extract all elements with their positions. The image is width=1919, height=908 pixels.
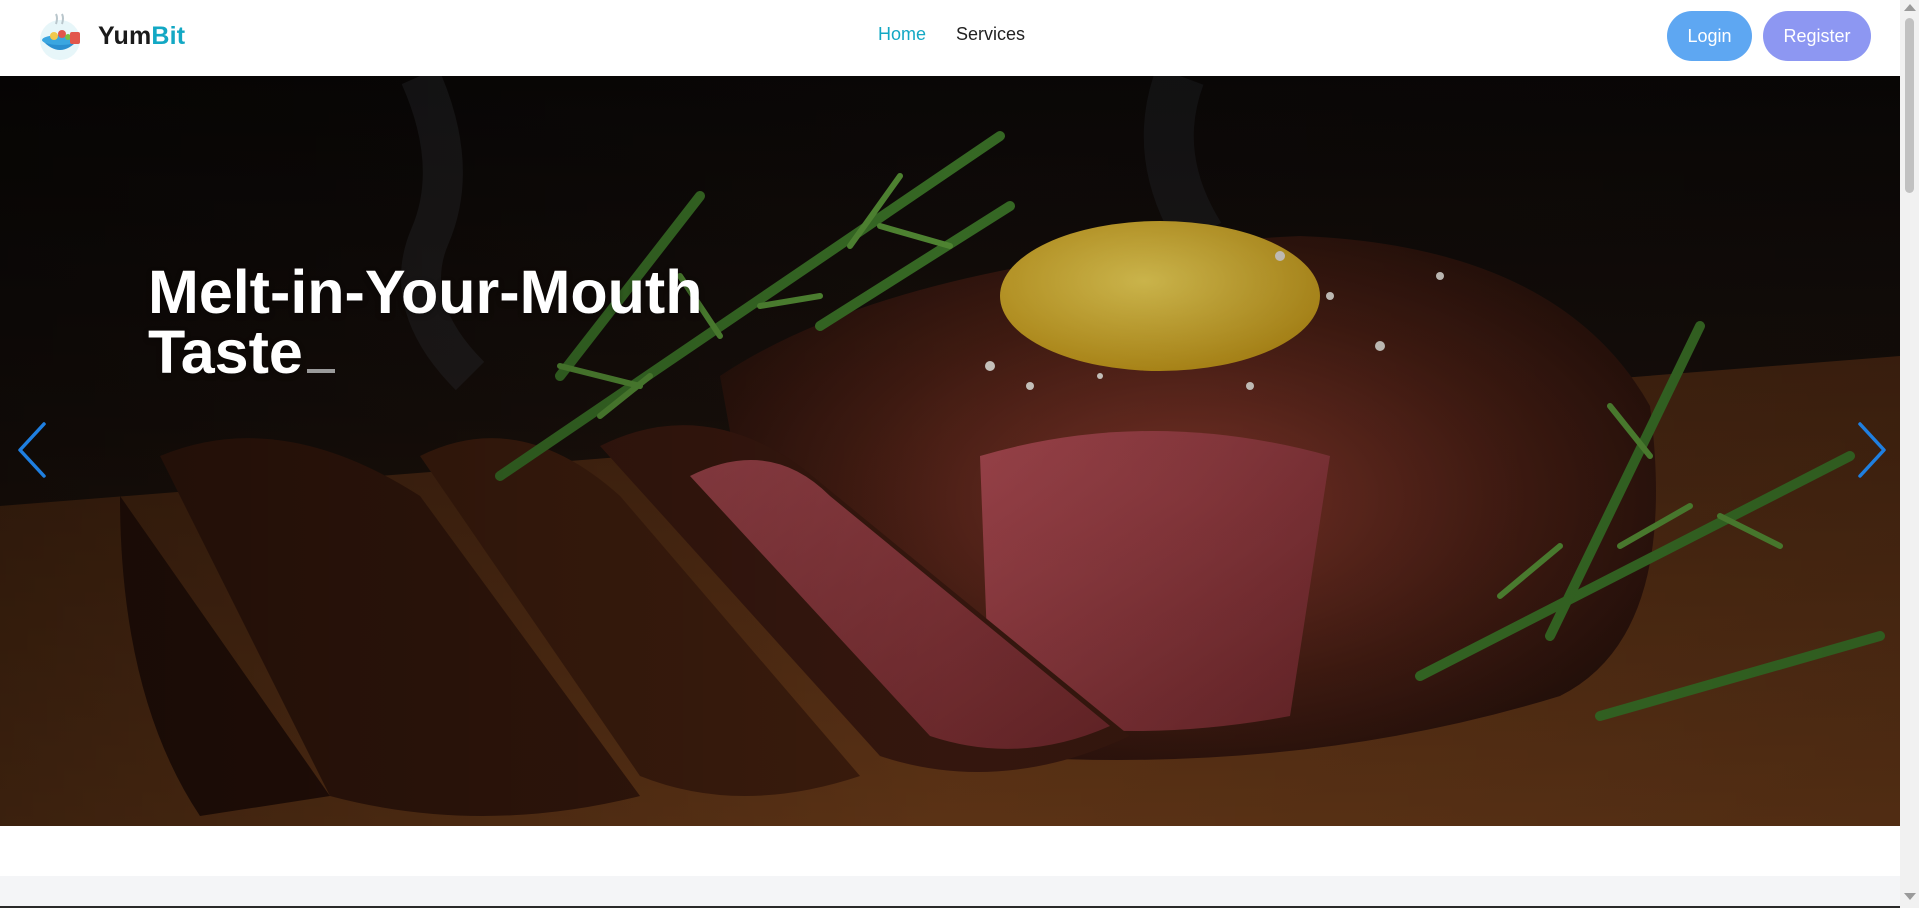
brand-link[interactable]: YumBit [34,10,185,62]
next-section [0,876,1900,908]
brand-name: YumBit [98,21,186,50]
carousel-next-button[interactable] [1850,420,1890,480]
carousel-prev-button[interactable] [14,420,54,480]
register-button[interactable]: Register [1763,11,1871,61]
hero-carousel: Melt-in-Your-Mouth Taste [0,76,1900,826]
login-button[interactable]: Login [1667,11,1752,61]
chevron-left-icon [18,422,46,478]
nav-link-services[interactable]: Services [956,24,1025,45]
page-scrollbar[interactable] [1900,0,1919,908]
chevron-right-icon [1858,422,1886,478]
scroll-up-icon[interactable] [1904,4,1916,11]
nav-link-home[interactable]: Home [878,24,926,45]
hero-steak-image [0,76,1900,826]
scroll-down-icon[interactable] [1904,893,1916,900]
typing-cursor [306,369,335,373]
yumbit-logo-icon [40,13,80,60]
main-nav: Home Services [878,24,1025,45]
hero-title: Melt-in-Your-Mouth Taste [148,258,703,386]
scroll-thumb[interactable] [1905,18,1914,193]
navbar: YumBit Home Services Login Register [0,0,1900,76]
page: YumBit Home Services Login Register Melt… [0,0,1919,908]
